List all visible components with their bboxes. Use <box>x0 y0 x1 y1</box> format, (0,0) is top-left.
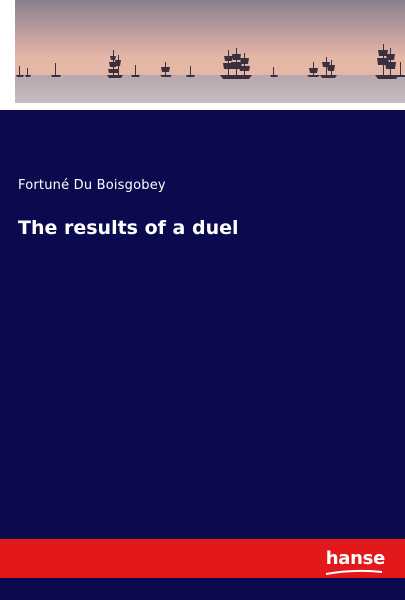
publisher-logo: hanse <box>325 548 386 569</box>
sky <box>15 0 405 78</box>
tall-ships-illustration <box>15 0 405 103</box>
author-name: Fortuné Du Boisgobey <box>18 178 166 193</box>
logo-swoosh-icon <box>326 569 382 575</box>
book-cover: Fortuné Du Boisgobey The results of a du… <box>0 0 405 600</box>
book-title: The results of a duel <box>18 217 239 239</box>
sea <box>15 75 405 103</box>
cover-photo <box>15 0 405 103</box>
